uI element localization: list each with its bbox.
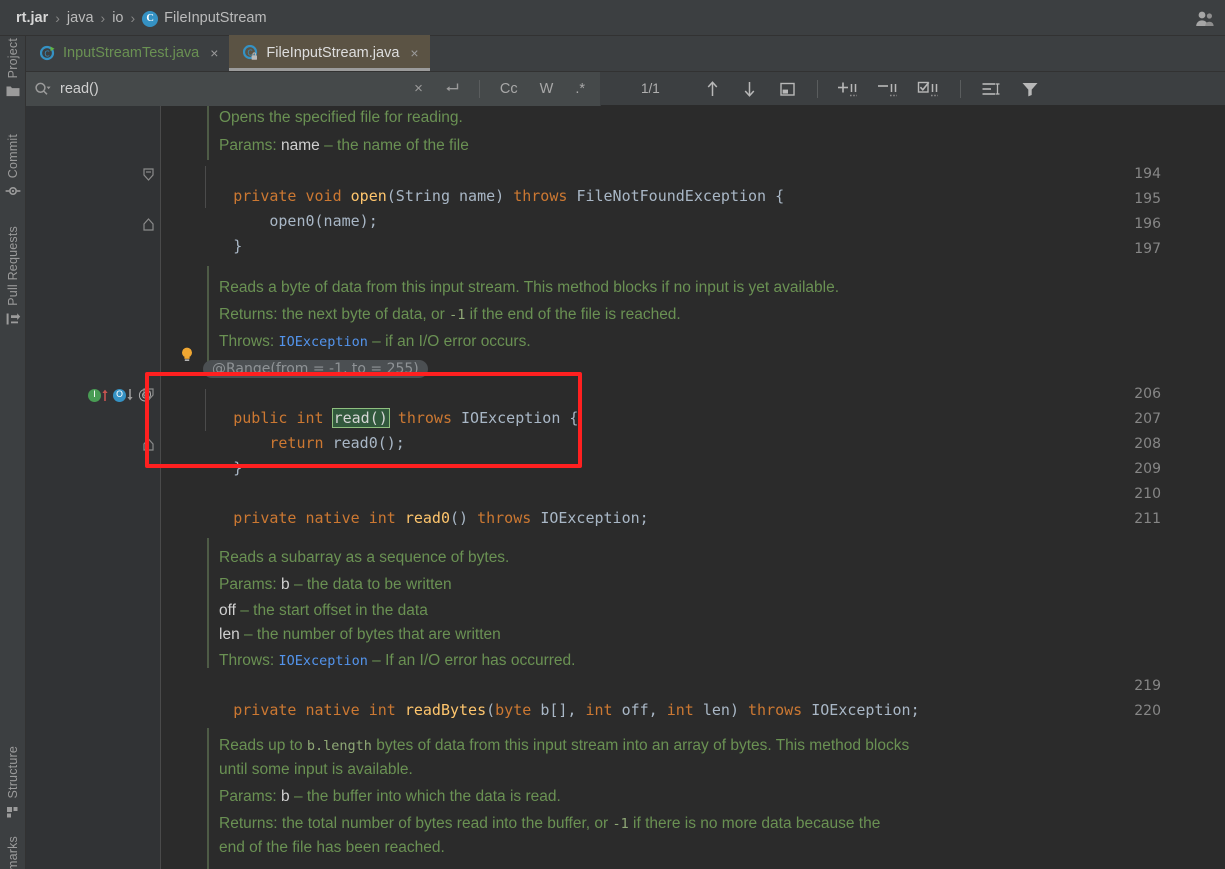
tab-label: FileInputStream.java xyxy=(266,45,400,61)
sidebar-item-bookmarks[interactable]: Bookmarks xyxy=(0,836,26,869)
sidebar-item-project[interactable]: Project xyxy=(0,38,26,99)
javadoc-line: Reads up to b.length bytes of data from … xyxy=(219,737,910,754)
javadoc-line: Returns: the total number of bytes read … xyxy=(219,815,881,832)
javadoc-line: Reads a byte of data from this input str… xyxy=(219,279,840,296)
left-tool-window-stripe: Project Commit Pull Requests Structure B… xyxy=(0,36,26,869)
intellij-idea-window: rt.jar › java › io › C FileInputStream P… xyxy=(0,0,1225,869)
javadoc-line: end of the file has been reached. xyxy=(219,839,445,856)
sidebar-item-label: Structure xyxy=(6,746,20,799)
sidebar-item-pull-requests[interactable]: Pull Requests xyxy=(0,226,26,327)
editor-tab-bar: C InputStreamTest.java × C FileInputStre… xyxy=(26,35,1225,72)
javadoc-rail xyxy=(207,728,209,869)
javadoc-line: len – the number of bytes that are writt… xyxy=(219,626,501,643)
code-line[interactable]: } xyxy=(161,440,242,497)
javadoc-line: Params: name – the name of the file xyxy=(219,137,469,154)
breadcrumb-class-label: FileInputStream xyxy=(164,9,267,26)
search-input[interactable]: read() × Cc W .* xyxy=(26,71,601,106)
breadcrumb-separator: › xyxy=(55,9,60,26)
tab-fileinputstream-java[interactable]: C FileInputStream.java × xyxy=(229,35,430,71)
code-line[interactable]: } xyxy=(161,218,242,275)
remove-selection-icon[interactable] xyxy=(877,80,899,98)
javadoc-line: Returns: the next byte of data, or -1 if… xyxy=(219,306,681,323)
sidebar-item-label: Bookmarks xyxy=(6,836,20,869)
commit-icon xyxy=(5,183,21,199)
next-occurrence-icon[interactable] xyxy=(742,80,757,98)
match-case-toggle[interactable]: Cc xyxy=(493,78,525,100)
project-folder-icon xyxy=(5,83,21,99)
tab-close-icon[interactable]: × xyxy=(210,45,218,61)
sidebar-item-label: Commit xyxy=(6,134,20,179)
toolbar-separator xyxy=(816,79,818,98)
javadoc-rail xyxy=(207,538,209,668)
javadoc-line: Reads a subarray as a sequence of bytes. xyxy=(219,549,510,566)
editor-gutter[interactable] xyxy=(26,106,136,869)
overrides-arrow-icon xyxy=(127,389,133,401)
clear-search-icon[interactable]: × xyxy=(408,77,429,101)
javadoc-line: off – the start offset in the data xyxy=(219,602,428,619)
breadcrumb-item-java[interactable]: java xyxy=(67,10,94,26)
tab-inputstreamtest-java[interactable]: C InputStreamTest.java × xyxy=(26,35,229,71)
javadoc-rail xyxy=(207,106,209,160)
implements-arrow-icon xyxy=(102,389,108,401)
pull-requests-icon xyxy=(5,311,21,327)
sidebar-item-commit[interactable]: Commit xyxy=(0,134,26,199)
breadcrumb-item-rtjar[interactable]: rt.jar xyxy=(16,10,48,26)
search-dropdown-icon[interactable] xyxy=(34,81,52,97)
java-runnable-class-icon: C xyxy=(39,45,56,61)
fold-marker-collapse[interactable] xyxy=(142,168,155,181)
breadcrumb-bar: rt.jar › java › io › C FileInputStream xyxy=(0,0,1225,36)
svg-text:C: C xyxy=(44,49,49,58)
class-icon: C xyxy=(142,10,159,27)
filter-by-scope-icon[interactable] xyxy=(981,81,1001,97)
toolbar-separator xyxy=(478,79,480,98)
structure-icon xyxy=(5,804,21,820)
sidebar-item-label: Project xyxy=(6,38,20,79)
fold-marker-end[interactable] xyxy=(142,438,155,451)
code-line[interactable]: private native int readBytes(byte b[], i… xyxy=(161,682,919,739)
breadcrumb-separator: › xyxy=(130,9,136,26)
javadoc-line: Params: b – the buffer into which the da… xyxy=(219,788,561,805)
implementing-method-icon[interactable]: I xyxy=(88,388,101,402)
javadoc-line: Params: b – the data to be written xyxy=(219,576,452,593)
match-counter: 1/1 xyxy=(641,81,660,96)
code-line[interactable]: private native int read0() throws IOExce… xyxy=(161,490,648,547)
open-in-find-window-icon[interactable] xyxy=(779,81,796,97)
breadcrumb-separator: › xyxy=(100,9,106,26)
sidebar-item-label: Pull Requests xyxy=(6,226,20,306)
inlay-hint-range[interactable]: @Range(from = -1, to = 255) xyxy=(203,360,428,378)
javadoc-rail xyxy=(207,266,209,362)
user-account-icon[interactable] xyxy=(1193,8,1215,28)
code-content[interactable]: Opens the specified file for reading. Pa… xyxy=(161,106,1225,869)
breadcrumb-item-fileinputstream[interactable]: C FileInputStream xyxy=(142,9,267,27)
tab-label: InputStreamTest.java xyxy=(63,45,200,61)
sidebar-item-structure[interactable]: Structure xyxy=(0,746,26,820)
code-editor[interactable]: 194 195 196 197 206 207 208 209 210 211 … xyxy=(26,106,1225,869)
find-toolbar: read() × Cc W .* 1/1 xyxy=(26,71,1225,106)
select-all-occurrences-icon[interactable] xyxy=(917,80,941,98)
filter-icon[interactable] xyxy=(1021,81,1039,97)
javadoc-line: Opens the specified file for reading. xyxy=(219,109,463,126)
tab-close-icon[interactable]: × xyxy=(410,45,418,61)
newline-search-icon[interactable] xyxy=(437,77,466,101)
regex-toggle[interactable]: .* xyxy=(568,78,592,100)
breadcrumb-item-io[interactable]: io xyxy=(112,10,123,26)
overridden-method-icon[interactable]: O xyxy=(113,388,126,402)
fold-marker-collapse[interactable] xyxy=(142,388,155,401)
words-toggle[interactable]: W xyxy=(533,78,561,100)
javadoc-line: until some input is available. xyxy=(219,761,413,778)
previous-occurrence-icon[interactable] xyxy=(705,80,720,98)
add-selection-icon[interactable] xyxy=(837,80,859,98)
java-readonly-class-icon: C xyxy=(243,44,259,61)
search-input-value[interactable]: read() xyxy=(60,81,400,97)
fold-marker-end[interactable] xyxy=(142,218,155,231)
toolbar-separator xyxy=(959,79,961,98)
javadoc-line: Throws: IOException – If an I/O error ha… xyxy=(219,652,576,669)
javadoc-line: Throws: IOException – if an I/O error oc… xyxy=(219,333,531,350)
